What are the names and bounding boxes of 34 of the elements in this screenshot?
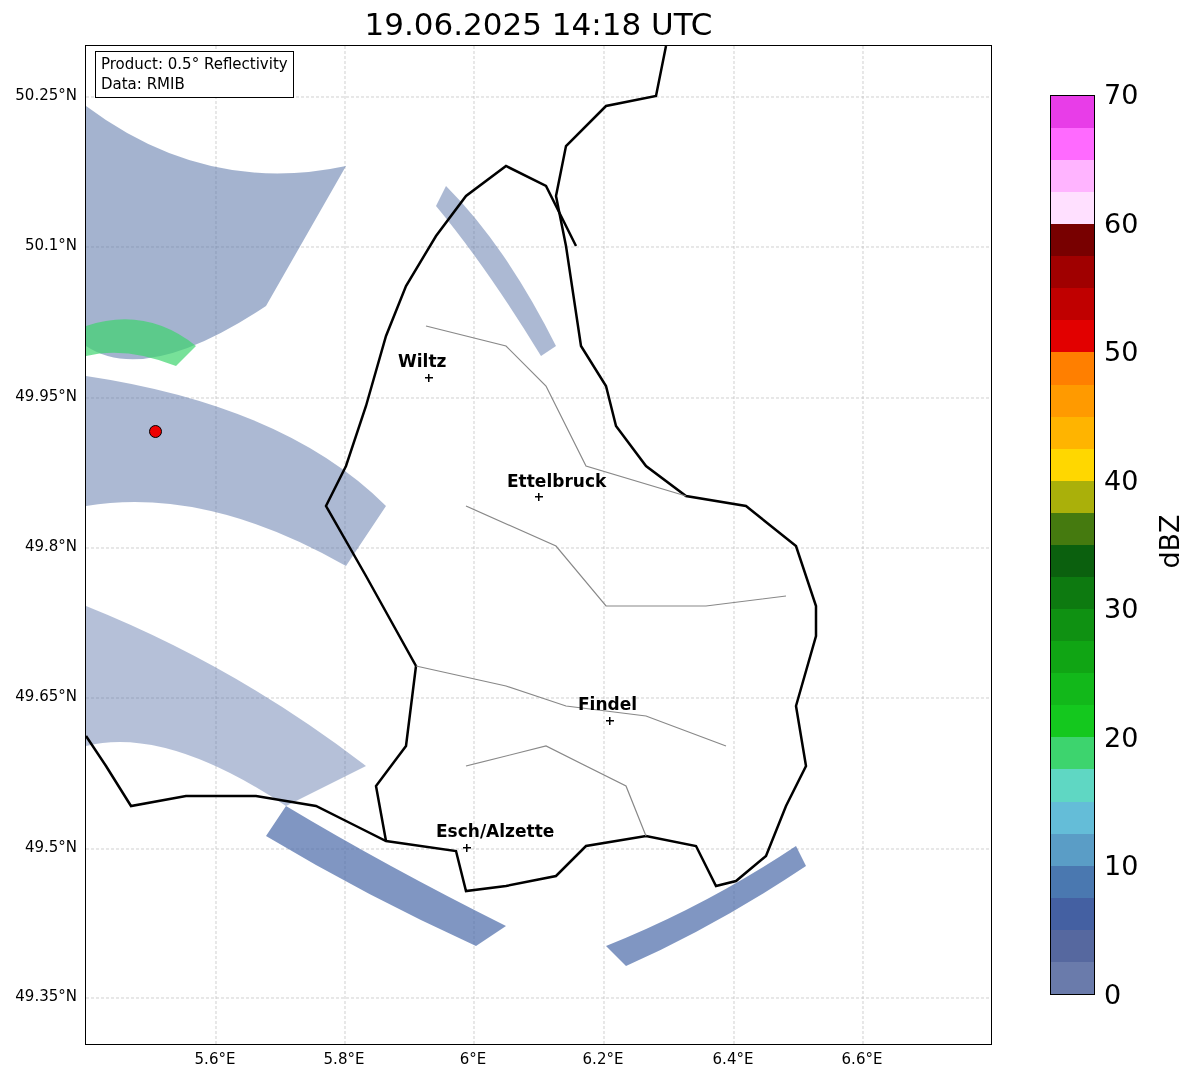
city-marker-icon bbox=[463, 844, 471, 852]
axis-tick-label: 49.95°N bbox=[15, 389, 77, 404]
axis-tick-label: 5.8°E bbox=[323, 1052, 365, 1067]
colorbar-tick-label: 40 bbox=[1104, 466, 1139, 494]
city-label: Ettelbruck bbox=[507, 473, 607, 490]
axis-tick-label: 5.6°E bbox=[194, 1052, 236, 1067]
city-marker-icon bbox=[535, 493, 543, 501]
axis-tick-label: 49.35°N bbox=[15, 989, 77, 1004]
colorbar-tick-label: 50 bbox=[1104, 338, 1139, 366]
axis-tick-label: 6.6°E bbox=[841, 1052, 883, 1067]
city-marker-icon bbox=[425, 374, 433, 382]
axis-tick-label: 50.25°N bbox=[15, 88, 77, 103]
info-text: Data: RMIB bbox=[101, 74, 186, 94]
info-text: Product: 0.5° Reflectivity bbox=[101, 55, 288, 75]
colorbar-tick-label: 60 bbox=[1104, 209, 1139, 237]
chart-title: 19.06.2025 14:18 UTC bbox=[363, 9, 714, 40]
city-label: Esch/Alzette bbox=[436, 823, 555, 840]
axis-tick-label: 49.5°N bbox=[24, 840, 77, 855]
city-label: Findel bbox=[578, 696, 638, 713]
colorbar-tick-label: 10 bbox=[1104, 852, 1139, 880]
axis-tick-label: 50.1°N bbox=[24, 238, 77, 253]
city-label: Wiltz bbox=[398, 353, 447, 370]
axis-tick-label: 6.2°E bbox=[582, 1052, 624, 1067]
axis-tick-label: 49.8°N bbox=[24, 539, 77, 554]
axis-tick-label: 6°E bbox=[459, 1052, 487, 1067]
axis-tick-label: 6.4°E bbox=[712, 1052, 754, 1067]
colorbar-label: dBZ bbox=[1155, 514, 1183, 569]
city-marker-icon bbox=[606, 717, 614, 725]
radar-site-icon bbox=[149, 425, 162, 438]
colorbar-tick-label: 30 bbox=[1104, 595, 1139, 623]
colorbar-tick-label: 20 bbox=[1104, 723, 1139, 751]
axis-tick-label: 49.65°N bbox=[15, 689, 77, 704]
colorbar-tick-label: 0 bbox=[1104, 981, 1122, 1008]
colorbar-tick-label: 70 bbox=[1104, 81, 1139, 108]
